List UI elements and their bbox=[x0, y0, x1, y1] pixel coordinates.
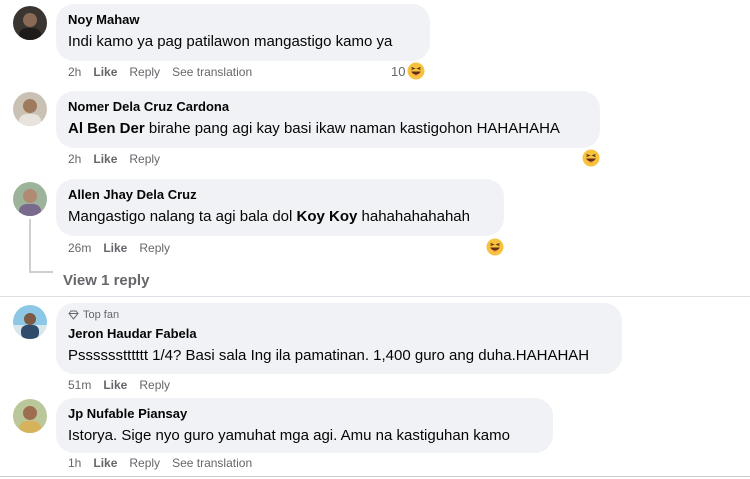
mention-link[interactable]: Al Ben Der bbox=[68, 120, 145, 137]
comment-bubble: Allen Jhay Dela Cruz Mangastigo nalang t… bbox=[56, 179, 504, 236]
avatar[interactable] bbox=[13, 6, 47, 40]
like-button[interactable]: Like bbox=[93, 456, 117, 470]
thread-connector bbox=[29, 271, 53, 273]
reaction-count: 10 bbox=[391, 63, 406, 79]
comment-author[interactable]: Jp Nufable Piansay bbox=[68, 405, 541, 422]
view-replies-link[interactable]: View 1 reply bbox=[63, 272, 149, 289]
comment-text: Indi kamo ya pag patilawon mangastigo ka… bbox=[68, 33, 393, 50]
reaction-summary[interactable]: 10 bbox=[391, 62, 425, 80]
top-fan-badge: Top fan bbox=[68, 309, 610, 321]
reply-button[interactable]: Reply bbox=[129, 456, 160, 470]
comment-text: Psssssstttttt 1/4? Basi sala Ing ila pam… bbox=[68, 347, 590, 364]
comment-bubble: Noy Mahaw Indi kamo ya pag patilawon man… bbox=[56, 4, 430, 61]
haha-icon bbox=[582, 149, 600, 167]
reply-button[interactable]: Reply bbox=[129, 65, 160, 79]
comment-bubble: Top fan Jeron Haudar Fabela Pssssssttttt… bbox=[56, 303, 622, 374]
badge-label: Top fan bbox=[83, 309, 120, 321]
mention-link[interactable]: Koy Koy bbox=[297, 208, 358, 225]
comment-actions: 2h Like Reply bbox=[68, 151, 172, 167]
bottom-divider bbox=[0, 476, 750, 477]
comment-text-body: Mangastigo nalang ta agi bala dol bbox=[68, 208, 297, 225]
comment-author[interactable]: Allen Jhay Dela Cruz bbox=[68, 186, 492, 203]
comment-text-body: birahe pang agi kay basi ikaw naman kast… bbox=[144, 120, 560, 137]
comment-actions: 26m Like Reply bbox=[68, 240, 182, 256]
comment-bubble: Nomer Dela Cruz Cardona Al Ben Der birah… bbox=[56, 91, 600, 148]
haha-icon bbox=[486, 238, 504, 256]
avatar[interactable] bbox=[13, 305, 47, 339]
like-button[interactable]: Like bbox=[93, 152, 117, 166]
haha-icon bbox=[407, 62, 425, 80]
like-button[interactable]: Like bbox=[103, 378, 127, 392]
like-button[interactable]: Like bbox=[93, 65, 117, 79]
reply-button[interactable]: Reply bbox=[139, 378, 170, 392]
comment-author[interactable]: Noy Mahaw bbox=[68, 11, 418, 28]
comment-time[interactable]: 2h bbox=[68, 65, 81, 79]
section-divider bbox=[0, 296, 750, 297]
comment-author[interactable]: Nomer Dela Cruz Cardona bbox=[68, 98, 588, 115]
avatar[interactable] bbox=[13, 182, 47, 216]
comment-time[interactable]: 26m bbox=[68, 241, 91, 255]
comment-actions: 51m Like Reply bbox=[68, 377, 182, 393]
diamond-icon bbox=[68, 310, 79, 320]
see-translation-link[interactable]: See translation bbox=[172, 456, 252, 470]
comment-time[interactable]: 2h bbox=[68, 152, 81, 166]
comment-text: Al Ben Der birahe pang agi kay basi ikaw… bbox=[68, 119, 588, 139]
like-button[interactable]: Like bbox=[103, 241, 127, 255]
comment-time[interactable]: 1h bbox=[68, 456, 81, 470]
thread-connector bbox=[29, 219, 31, 273]
comment-bubble: Jp Nufable Piansay Istorya. Sige nyo gur… bbox=[56, 398, 553, 453]
comment-text-tail: hahahahahahah bbox=[357, 208, 470, 225]
comment-time[interactable]: 51m bbox=[68, 378, 91, 392]
avatar[interactable] bbox=[13, 399, 47, 433]
comment-text: Istorya. Sige nyo guro yamuhat mga agi. … bbox=[68, 427, 510, 444]
comment-text: Mangastigo nalang ta agi bala dol Koy Ko… bbox=[68, 207, 492, 227]
reaction-summary[interactable] bbox=[582, 149, 600, 167]
reply-button[interactable]: Reply bbox=[129, 152, 160, 166]
see-translation-link[interactable]: See translation bbox=[172, 65, 252, 79]
comment-actions: 2h Like Reply See translation bbox=[68, 64, 264, 80]
reaction-summary[interactable] bbox=[486, 238, 504, 256]
reply-button[interactable]: Reply bbox=[139, 241, 170, 255]
comment-actions: 1h Like Reply See translation bbox=[68, 455, 264, 471]
avatar[interactable] bbox=[13, 92, 47, 126]
comment-author[interactable]: Jeron Haudar Fabela bbox=[68, 325, 610, 342]
